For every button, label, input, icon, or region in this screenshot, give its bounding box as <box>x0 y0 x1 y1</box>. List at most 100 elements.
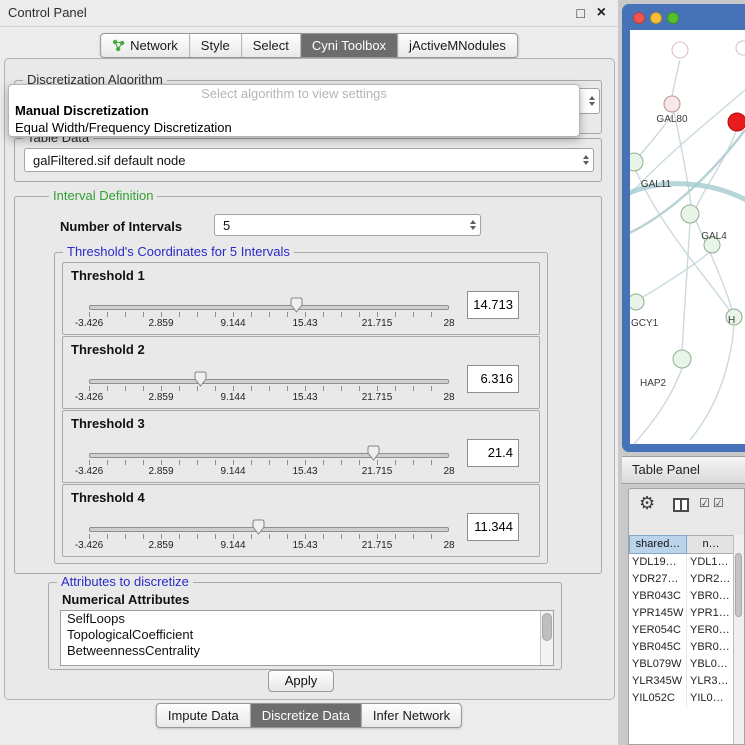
list-scrollbar[interactable] <box>540 611 553 665</box>
table-row[interactable]: YIL052CYIL0… <box>629 690 736 707</box>
table-cell[interactable]: YER0… <box>687 622 736 639</box>
table-cell[interactable]: YIL052C <box>629 690 687 707</box>
tab-jactivemnodules[interactable]: jActiveMNodules <box>398 34 517 57</box>
table-cell[interactable]: YDL1… <box>687 554 736 571</box>
window-minimize-button[interactable] <box>650 12 662 24</box>
group-title: Attributes to discretize <box>57 574 193 589</box>
scale-label: -3.426 <box>75 466 103 477</box>
node[interactable] <box>672 42 688 58</box>
screen: Control Panel □ × Network Style Select C <box>0 0 745 745</box>
checkbox-icon[interactable]: ☑ <box>699 496 710 510</box>
minimize-icon[interactable]: □ <box>577 0 585 26</box>
tab-infer-network[interactable]: Infer Network <box>362 704 461 727</box>
slider-thumb[interactable] <box>290 297 303 313</box>
slider-track[interactable] <box>89 305 449 310</box>
numerical-attributes-list[interactable]: SelfLoops TopologicalCoefficient Between… <box>60 610 554 666</box>
table-row[interactable]: YLR345WYLR3… <box>629 673 736 690</box>
threshold-2-slider[interactable]: -3.426 2.859 9.144 15.43 21.715 28 <box>83 368 455 406</box>
node-selected-red[interactable] <box>728 113 745 131</box>
slider-thumb[interactable] <box>252 519 265 535</box>
table-cell[interactable]: YBR045C <box>629 639 687 656</box>
table-row[interactable]: YDL19…YDL1… <box>629 554 736 571</box>
table-cell[interactable]: YPR145W <box>629 605 687 622</box>
table-row[interactable]: YBL079WYBL0… <box>629 656 736 673</box>
scale-label: 21.715 <box>362 540 393 551</box>
tab-cyni-toolbox[interactable]: Cyni Toolbox <box>301 34 398 57</box>
column-layout-icon[interactable] <box>673 498 689 512</box>
checkbox-icon[interactable]: ☑ <box>713 496 724 510</box>
node-gal80[interactable] <box>664 96 680 112</box>
table-cell[interactable]: YBL0… <box>687 656 736 673</box>
threshold-3-slider[interactable]: -3.426 2.859 9.144 15.43 21.715 28 <box>83 442 455 480</box>
gear-icon[interactable]: ⚙ <box>639 492 655 514</box>
threshold-3-value-field[interactable]: 21.4 <box>467 439 519 467</box>
table-cell[interactable]: YDR2… <box>687 571 736 588</box>
list-item[interactable]: SelfLoops <box>61 611 553 627</box>
list-item[interactable]: TopologicalCoefficient <box>61 627 553 643</box>
scale-label: 9.144 <box>220 466 245 477</box>
table-cell[interactable]: YDL19… <box>629 554 687 571</box>
node[interactable] <box>736 41 745 55</box>
node-gal11[interactable] <box>630 153 643 171</box>
table-cell[interactable]: YLR345W <box>629 673 687 690</box>
numerical-attributes-label: Numerical Attributes <box>62 592 189 607</box>
network-canvas[interactable]: GAL80 GAL11 GAL4 GCY1 HAP2 H <box>630 30 745 444</box>
scale-label: -3.426 <box>75 392 103 403</box>
slider-track[interactable] <box>89 527 449 532</box>
table-row[interactable]: YBR045CYBR0… <box>629 639 736 656</box>
scale-label: 28 <box>443 392 454 403</box>
tab-discretize-data[interactable]: Discretize Data <box>251 704 362 727</box>
table-row[interactable]: YER054CYER0… <box>629 622 736 639</box>
column-header-name[interactable]: n… <box>687 535 736 554</box>
list-item[interactable]: BetweennessCentrality <box>61 643 553 659</box>
scale-label: 2.859 <box>148 392 173 403</box>
table-cell[interactable]: YIL0… <box>687 690 736 707</box>
number-of-intervals-label: Number of Intervals <box>60 216 182 238</box>
threshold-label: Threshold 1 <box>71 268 145 283</box>
threshold-2-value-field[interactable]: 6.316 <box>467 365 519 393</box>
node-label: HAP2 <box>640 378 667 389</box>
node-label: H <box>728 315 735 326</box>
scale-label: 15.43 <box>292 392 317 403</box>
table-cell[interactable]: YER054C <box>629 622 687 639</box>
slider-thumb[interactable] <box>367 445 380 461</box>
dropdown-option-manual-discretization[interactable]: Manual Discretization <box>9 102 579 119</box>
scrollbar-thumb[interactable] <box>735 553 742 617</box>
window-zoom-button[interactable] <box>667 12 679 24</box>
table-scrollbar[interactable] <box>733 535 744 744</box>
node-hap2[interactable] <box>673 350 691 368</box>
tab-select[interactable]: Select <box>242 34 301 57</box>
table-data-combobox[interactable]: galFiltered.sif default node <box>24 148 594 172</box>
apply-button[interactable]: Apply <box>268 670 334 692</box>
slider-track[interactable] <box>89 379 449 384</box>
threshold-4-value-field[interactable]: 11.344 <box>467 513 519 541</box>
window-close-button[interactable] <box>633 12 645 24</box>
dropdown-option-equal-width-frequency[interactable]: Equal Width/Frequency Discretization <box>9 119 579 136</box>
close-icon[interactable]: × <box>597 0 606 26</box>
tab-style[interactable]: Style <box>190 34 242 57</box>
table-cell[interactable]: YLR3… <box>687 673 736 690</box>
node-gcy1[interactable] <box>630 294 644 310</box>
tab-label: Infer Network <box>373 708 450 723</box>
tab-network[interactable]: Network <box>101 34 190 57</box>
table-cell[interactable]: YPR1… <box>687 605 736 622</box>
node-gal4[interactable] <box>681 205 699 223</box>
table-cell[interactable]: YBL079W <box>629 656 687 673</box>
slider-track[interactable] <box>89 453 449 458</box>
table-row[interactable]: YBR043CYBR0… <box>629 588 736 605</box>
table-row[interactable]: YPR145WYPR1… <box>629 605 736 622</box>
number-of-intervals-combobox[interactable]: 5 <box>214 214 481 236</box>
slider-thumb[interactable] <box>194 371 207 387</box>
table-cell[interactable]: YDR27… <box>629 571 687 588</box>
threshold-1-slider[interactable]: -3.426 2.859 9.144 15.43 21.715 28 <box>83 294 455 332</box>
table-cell[interactable]: YBR043C <box>629 588 687 605</box>
table-row[interactable]: YDR27…YDR2… <box>629 571 736 588</box>
table-cell[interactable]: YBR0… <box>687 588 736 605</box>
threshold-1-value-field[interactable]: 14.713 <box>467 291 519 319</box>
column-header-shared-name[interactable]: shared… <box>629 535 687 554</box>
table-cell[interactable]: YBR0… <box>687 639 736 656</box>
scale-label: 21.715 <box>362 318 393 329</box>
threshold-4-slider[interactable]: -3.426 2.859 9.144 15.43 21.715 28 <box>83 516 455 554</box>
scrollbar-thumb[interactable] <box>542 613 552 641</box>
tab-impute-data[interactable]: Impute Data <box>157 704 251 727</box>
